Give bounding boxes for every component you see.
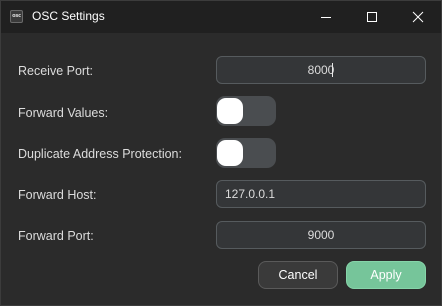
- forward-values-label: Forward Values:: [18, 106, 109, 120]
- duplicate-protection-label: Duplicate Address Protection:: [18, 147, 182, 161]
- title-bar[interactable]: osc OSC Settings: [1, 1, 441, 33]
- receive-port-input[interactable]: [216, 56, 426, 84]
- forward-host-label: Forward Host:: [18, 188, 97, 202]
- maximize-icon: [367, 12, 377, 22]
- close-button[interactable]: [395, 1, 441, 33]
- app-icon: osc: [10, 10, 23, 23]
- receive-port-label: Receive Port:: [18, 64, 94, 78]
- apply-button[interactable]: Apply: [346, 261, 426, 289]
- forward-port-input[interactable]: [216, 221, 426, 249]
- forward-host-input[interactable]: [216, 180, 426, 208]
- toggle-knob: [217, 140, 243, 166]
- window-title: OSC Settings: [32, 9, 105, 23]
- cancel-button[interactable]: Cancel: [258, 261, 338, 289]
- maximize-button[interactable]: [349, 1, 395, 33]
- duplicate-protection-toggle[interactable]: [216, 138, 276, 168]
- minimize-icon: [321, 17, 331, 18]
- minimize-button[interactable]: [303, 1, 349, 33]
- forward-port-label: Forward Port:: [18, 229, 94, 243]
- toggle-knob: [217, 98, 243, 124]
- forward-values-toggle[interactable]: [216, 96, 276, 126]
- close-icon: [412, 11, 424, 23]
- osc-settings-window: osc OSC Settings Receive Port: Forward V…: [0, 0, 442, 306]
- text-cursor: [332, 63, 333, 77]
